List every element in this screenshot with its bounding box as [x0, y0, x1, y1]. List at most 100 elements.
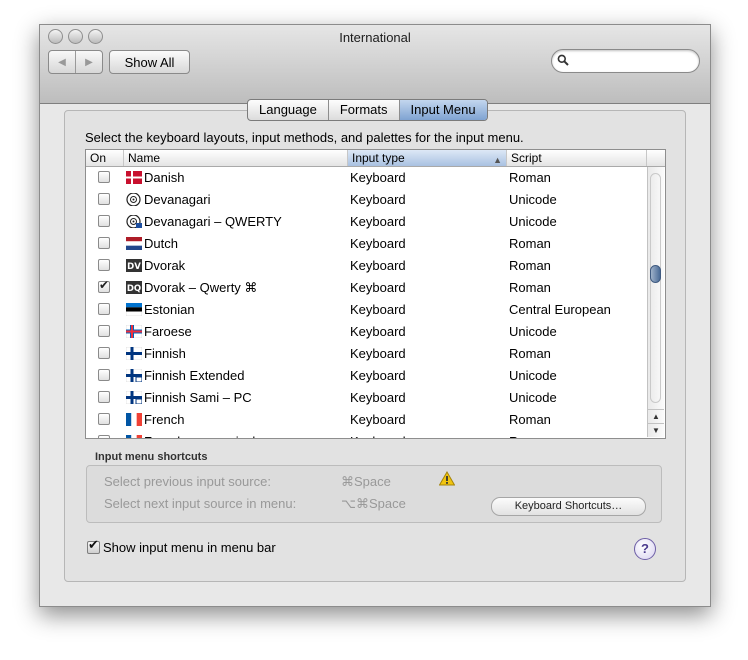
help-button[interactable]: ? — [634, 538, 656, 560]
finnish-extended-icon — [126, 369, 142, 382]
column-header-script[interactable]: Script — [507, 150, 647, 166]
tab-input-menu[interactable]: Input Menu — [398, 100, 487, 120]
vertical-scrollbar[interactable]: ▲ ▼ — [647, 167, 664, 437]
previous-source-keys: ⌘Space — [341, 474, 391, 489]
row-script: Roman — [509, 170, 551, 185]
row-script: Roman — [509, 346, 551, 361]
row-input-type: Keyboard — [350, 236, 406, 251]
search-icon — [557, 54, 569, 66]
previous-source-label: Select previous input source: — [104, 474, 271, 489]
chevron-right-icon: ▶ — [85, 56, 93, 68]
french-flag-icon — [126, 435, 142, 438]
scroll-up-button[interactable]: ▲ — [648, 409, 664, 424]
row-name: Devanagari – QWERTY — [144, 214, 282, 229]
enable-checkbox[interactable] — [98, 347, 110, 359]
sort-ascending-icon: ▲ — [493, 155, 502, 165]
table-row[interactable]: DQ Dvorak – Qwerty ⌘ Keyboard Roman — [86, 277, 647, 299]
table-row[interactable]: Finnish Sami – PC Keyboard Unicode — [86, 387, 647, 409]
tab-bar: Language Formats Input Menu — [247, 99, 488, 121]
row-script: Unicode — [509, 214, 557, 229]
table-row[interactable]: Danish Keyboard Roman — [86, 167, 647, 189]
finnish-flag-icon — [126, 347, 142, 360]
svg-text:DQ: DQ — [127, 284, 141, 294]
column-header-input-type[interactable]: Input type ▲ — [348, 150, 507, 166]
enable-checkbox[interactable] — [98, 413, 110, 425]
row-input-type: Keyboard — [350, 324, 406, 339]
row-name: French – numerical — [144, 431, 255, 438]
show-input-menu-checkbox[interactable] — [87, 538, 100, 554]
enable-checkbox[interactable] — [98, 325, 110, 337]
table-row[interactable]: Finnish Keyboard Roman — [86, 343, 647, 365]
danish-flag-icon — [126, 171, 142, 184]
row-name: Finnish Extended — [144, 368, 245, 383]
row-input-type: Keyboard — [350, 390, 406, 405]
french-flag-icon — [126, 413, 142, 426]
keyboard-shortcuts-button[interactable]: Keyboard Shortcuts… — [491, 497, 646, 516]
table-row[interactable]: Finnish Extended Keyboard Unicode — [86, 365, 647, 387]
enable-checkbox[interactable] — [98, 237, 110, 249]
enable-checkbox[interactable] — [98, 215, 110, 227]
next-source-keys: ⌥⌘Space — [341, 496, 406, 511]
show-all-button[interactable]: Show All — [109, 50, 190, 74]
input-sources-table: On Name Input type ▲ Script Danish Keybo… — [85, 149, 666, 439]
row-script: Central European — [509, 302, 611, 317]
back-button[interactable]: ◀ — [49, 51, 75, 73]
table-row[interactable]: French – numerical Keyboard Roman — [86, 431, 647, 438]
forward-button[interactable]: ▶ — [75, 51, 102, 73]
row-script: Roman — [509, 258, 551, 273]
table-row[interactable]: Devanagari Keyboard Unicode — [86, 189, 647, 211]
row-name: Faroese — [144, 324, 192, 339]
row-name: French — [144, 412, 185, 427]
back-forward-group: ◀ ▶ — [48, 50, 103, 74]
preferences-window: International ◀ ▶ Show All Language Form… — [39, 24, 711, 607]
chevron-left-icon: ◀ — [58, 56, 66, 68]
shortcuts-section-title: Input menu shortcuts — [95, 451, 208, 463]
dutch-flag-icon — [126, 237, 142, 250]
next-source-label: Select next input source in menu: — [104, 496, 297, 511]
enable-checkbox[interactable] — [98, 278, 110, 293]
row-input-type: Keyboard — [350, 258, 406, 273]
column-header-name[interactable]: Name — [124, 150, 348, 166]
row-input-type: Keyboard — [350, 280, 406, 295]
shortcuts-box: Select previous input source: ⌘Space Sel… — [86, 465, 662, 523]
scroll-thumb[interactable] — [650, 265, 661, 283]
row-script: Roman — [509, 236, 551, 251]
row-input-type: Keyboard — [350, 412, 406, 427]
row-script: Unicode — [509, 368, 557, 383]
devanagari-icon — [126, 193, 141, 206]
tab-formats[interactable]: Formats — [327, 100, 399, 120]
table-row[interactable]: Devanagari – QWERTY Keyboard Unicode — [86, 211, 647, 233]
row-name: Dvorak – Qwerty ⌘ — [144, 280, 258, 295]
toolbar: International ◀ ▶ Show All — [40, 25, 710, 104]
column-header-on[interactable]: On — [86, 150, 124, 166]
devanagari-qwerty-icon — [126, 215, 142, 228]
scroll-down-button[interactable]: ▼ — [648, 423, 664, 438]
row-script: Unicode — [509, 192, 557, 207]
enable-checkbox[interactable] — [98, 369, 110, 381]
search-field[interactable] — [551, 49, 700, 73]
tab-language[interactable]: Language — [248, 100, 328, 120]
table-row[interactable]: Faroese Keyboard Unicode — [86, 321, 647, 343]
enable-checkbox[interactable] — [98, 391, 110, 403]
row-input-type: Keyboard — [350, 431, 406, 438]
row-script: Roman — [509, 280, 551, 295]
svg-text:DV: DV — [127, 262, 141, 272]
row-name: Finnish Sami – PC — [144, 390, 252, 405]
table-row[interactable]: French Keyboard Roman — [86, 409, 647, 431]
row-input-type: Keyboard — [350, 214, 406, 229]
enable-checkbox[interactable] — [98, 303, 110, 315]
enable-checkbox[interactable] — [98, 193, 110, 205]
arrow-up-icon: ▲ — [652, 412, 660, 421]
enable-checkbox[interactable] — [98, 171, 110, 183]
table-body: Danish Keyboard Roman Devanagari Keyboar… — [86, 167, 647, 438]
show-input-menu-toggle[interactable]: Show input menu in menu bar — [87, 538, 276, 555]
table-row[interactable]: Dutch Keyboard Roman — [86, 233, 647, 255]
table-row[interactable]: DV Dvorak Keyboard Roman — [86, 255, 647, 277]
table-row[interactable]: Estonian Keyboard Central European — [86, 299, 647, 321]
show-input-menu-label: Show input menu in menu bar — [103, 540, 276, 555]
enable-checkbox[interactable] — [98, 435, 110, 438]
enable-checkbox[interactable] — [98, 259, 110, 271]
finnish-sami-icon — [126, 391, 142, 404]
search-input[interactable] — [574, 52, 694, 70]
row-name: Dutch — [144, 236, 178, 251]
